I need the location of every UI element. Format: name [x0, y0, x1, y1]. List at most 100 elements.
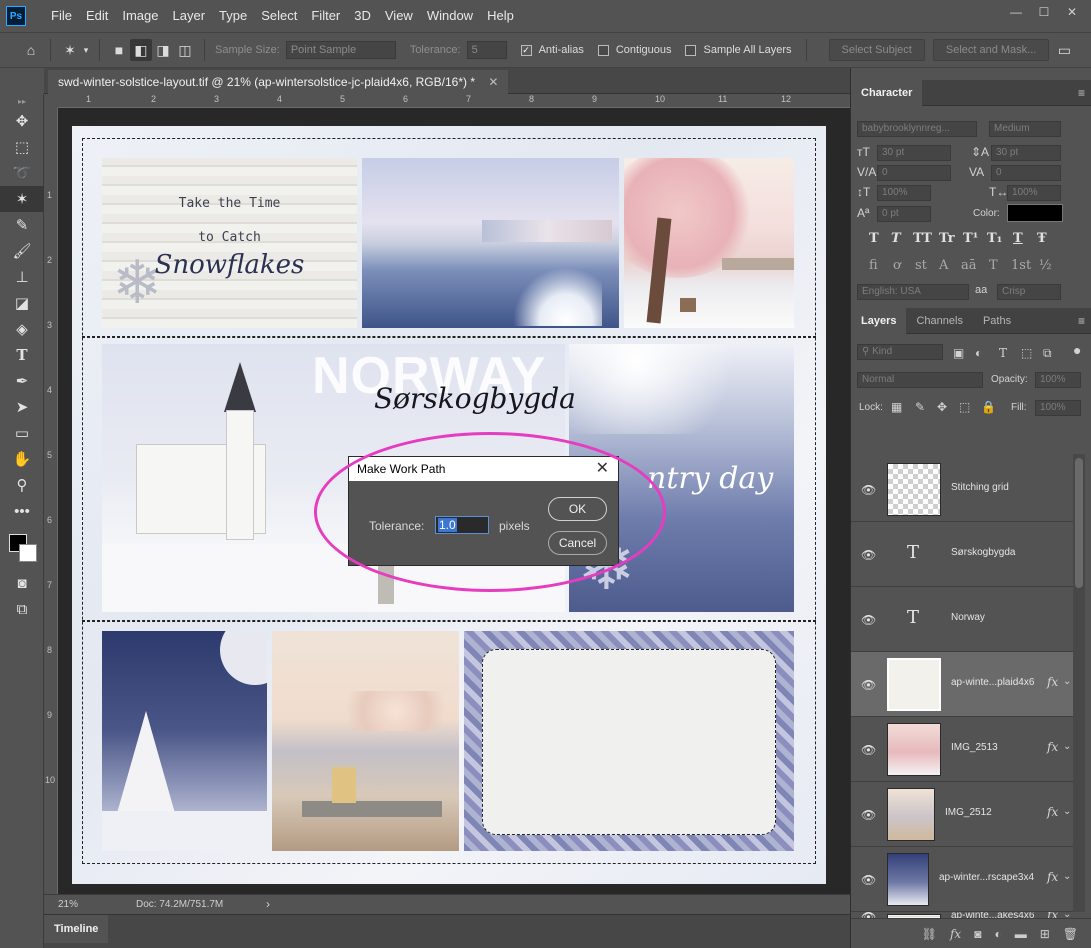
sample-all-layers-checkbox[interactable]	[685, 44, 697, 56]
zoom-tool-icon[interactable]: ⚲	[0, 472, 44, 498]
ligatures-button[interactable]: fi	[869, 258, 878, 273]
paint-bucket-tool-icon[interactable]: ◈	[0, 316, 44, 342]
faux-italic-button[interactable]: T	[891, 231, 901, 246]
layer-row[interactable]: 👁 IMG_2512 fx ⌄	[851, 782, 1073, 847]
lasso-tool-icon[interactable]: ➰	[0, 160, 44, 186]
link-layers-icon[interactable]: ⛓	[922, 927, 937, 941]
small-caps-button[interactable]: Tr	[939, 231, 955, 246]
menu-filter[interactable]: Filter	[304, 0, 347, 32]
filter-shape-icon[interactable]: ⬚	[1021, 346, 1032, 360]
visibility-eye-icon[interactable]: 👁	[861, 678, 876, 692]
tolerance-input[interactable]: 5	[466, 41, 507, 59]
lock-artboard-icon[interactable]: ⬚	[959, 400, 970, 414]
magic-wand-preset-icon[interactable]: ✶	[59, 39, 81, 61]
menu-file[interactable]: File	[44, 0, 79, 32]
visibility-eye-icon[interactable]: 👁	[861, 873, 876, 887]
add-to-selection-icon[interactable]: ◧	[130, 39, 152, 61]
layers-scroll-thumb[interactable]	[1075, 458, 1083, 588]
menu-3d[interactable]: 3D	[347, 0, 378, 32]
layer-row[interactable]: 👁 T Sørskogbygda	[851, 522, 1073, 587]
winterscape-photo[interactable]	[102, 631, 267, 851]
superscript-button[interactable]: T¹	[963, 231, 978, 246]
menu-window[interactable]: Window	[420, 0, 480, 32]
menu-type[interactable]: Type	[212, 0, 254, 32]
snowflakes-wood-photo[interactable]: ❄ Take the Time to Catch Snowflakes	[102, 158, 357, 328]
contiguous-checkbox[interactable]	[597, 44, 609, 56]
zoom-level[interactable]: 21%	[58, 895, 78, 914]
cherry-tree-photo[interactable]	[624, 158, 794, 328]
chevron-down-icon[interactable]: ▾	[81, 39, 91, 61]
strikethrough-button[interactable]: Ŧ	[1037, 231, 1047, 246]
fill-field[interactable]: 100%	[1035, 400, 1081, 416]
chevron-down-icon[interactable]: ⌄	[1063, 806, 1071, 817]
lock-all-icon[interactable]: 🔒	[981, 400, 996, 414]
timeline-tab[interactable]: Timeline	[44, 915, 109, 943]
type-tool-icon[interactable]: T	[0, 342, 44, 368]
new-adjustment-layer-icon[interactable]: ◐	[994, 927, 1001, 941]
layer-effects-icon[interactable]: fx	[1047, 740, 1058, 754]
magic-wand-tool-icon[interactable]: ✶	[0, 186, 44, 212]
anti-alias-checkbox[interactable]: ✓	[520, 44, 532, 56]
kerning-field[interactable]: 0	[877, 165, 951, 181]
tab-paths[interactable]: Paths	[973, 308, 1021, 334]
font-size-field[interactable]: 30 pt	[877, 145, 951, 161]
more-tools-icon[interactable]: •••	[0, 498, 44, 524]
plaid-frame-selection[interactable]	[482, 649, 776, 835]
document-tab[interactable]: swd-winter-solstice-layout.tif @ 21% (ap…	[48, 70, 509, 94]
visibility-eye-icon[interactable]: 👁	[861, 613, 876, 627]
all-caps-button[interactable]: TT	[913, 231, 932, 246]
toolbar-grip-icon[interactable]: ▸▸	[0, 94, 44, 108]
filter-pixel-icon[interactable]: ▣	[953, 346, 964, 360]
marquee-tool-icon[interactable]: ⬚	[0, 134, 44, 160]
new-selection-icon[interactable]: ■	[108, 39, 130, 61]
rectangle-tool-icon[interactable]: ▭	[0, 420, 44, 446]
old-style-button[interactable]: ơ	[893, 258, 901, 273]
eyedropper-tool-icon[interactable]: ✎	[0, 212, 44, 238]
swash-button[interactable]: st	[915, 258, 927, 273]
faux-bold-button[interactable]: T	[869, 231, 879, 246]
subtract-from-selection-icon[interactable]: ◨	[152, 39, 174, 61]
hand-tool-icon[interactable]: ✋	[0, 446, 44, 472]
close-tab-icon[interactable]: ✕	[488, 75, 498, 89]
lock-image-icon[interactable]: ✎	[915, 400, 925, 414]
menu-help[interactable]: Help	[480, 0, 521, 32]
underline-button[interactable]: T	[1013, 231, 1023, 246]
visibility-eye-icon[interactable]: 👁	[861, 483, 876, 497]
vertical-scale-field[interactable]: 100%	[877, 185, 931, 201]
move-tool-icon[interactable]: ✥	[0, 108, 44, 134]
workspace-icon[interactable]: ▭	[1053, 39, 1075, 61]
menu-select[interactable]: Select	[254, 0, 304, 32]
status-menu-arrow-icon[interactable]: ›	[266, 895, 270, 914]
tab-character[interactable]: Character	[851, 80, 923, 106]
layer-row[interactable]: 👁 ap-winte...plaid4x6 fx ⌄	[851, 652, 1073, 717]
leading-field[interactable]: 30 pt	[991, 145, 1061, 161]
titling-alternates-button[interactable]: aā	[961, 258, 977, 273]
new-group-icon[interactable]: ▬	[1015, 927, 1027, 941]
contextual-alternates-button[interactable]: T	[989, 258, 998, 273]
screen-mode-icon[interactable]: ⧉	[0, 596, 44, 622]
text-color-swatch[interactable]	[1007, 204, 1063, 222]
menu-layer[interactable]: Layer	[166, 0, 213, 32]
menu-view[interactable]: View	[378, 0, 420, 32]
opacity-field[interactable]: 100%	[1035, 372, 1081, 388]
baseline-shift-field[interactable]: 0 pt	[877, 206, 931, 222]
brush-tool-icon[interactable]: 🖌	[0, 238, 44, 264]
pier-photo[interactable]	[272, 631, 459, 851]
layers-panel-menu-icon[interactable]: ≡	[1078, 314, 1085, 328]
new-layer-icon[interactable]: ⊞	[1040, 927, 1050, 941]
visibility-eye-icon[interactable]: 👁	[861, 743, 876, 757]
layer-effects-icon[interactable]: fx	[1047, 675, 1058, 689]
visibility-eye-icon[interactable]: 👁	[861, 808, 876, 822]
path-selection-tool-icon[interactable]: ➤	[0, 394, 44, 420]
character-panel-menu-icon[interactable]: ≡	[1078, 86, 1085, 100]
language-select[interactable]: English: USA	[857, 284, 969, 300]
menu-image[interactable]: Image	[115, 0, 165, 32]
font-style-select[interactable]: Medium	[989, 121, 1061, 137]
layer-filter-kind-select[interactable]: ⚲ Kind	[857, 344, 943, 360]
trash-icon[interactable]: 🗑	[1063, 927, 1078, 941]
home-icon[interactable]: ⌂	[20, 39, 42, 61]
pen-tool-icon[interactable]: ✒	[0, 368, 44, 394]
tracking-field[interactable]: 0	[991, 165, 1061, 181]
layer-row[interactable]: 👁 T Norway	[851, 587, 1073, 652]
norway-script-text[interactable]: Sørskogbygda	[374, 382, 576, 415]
